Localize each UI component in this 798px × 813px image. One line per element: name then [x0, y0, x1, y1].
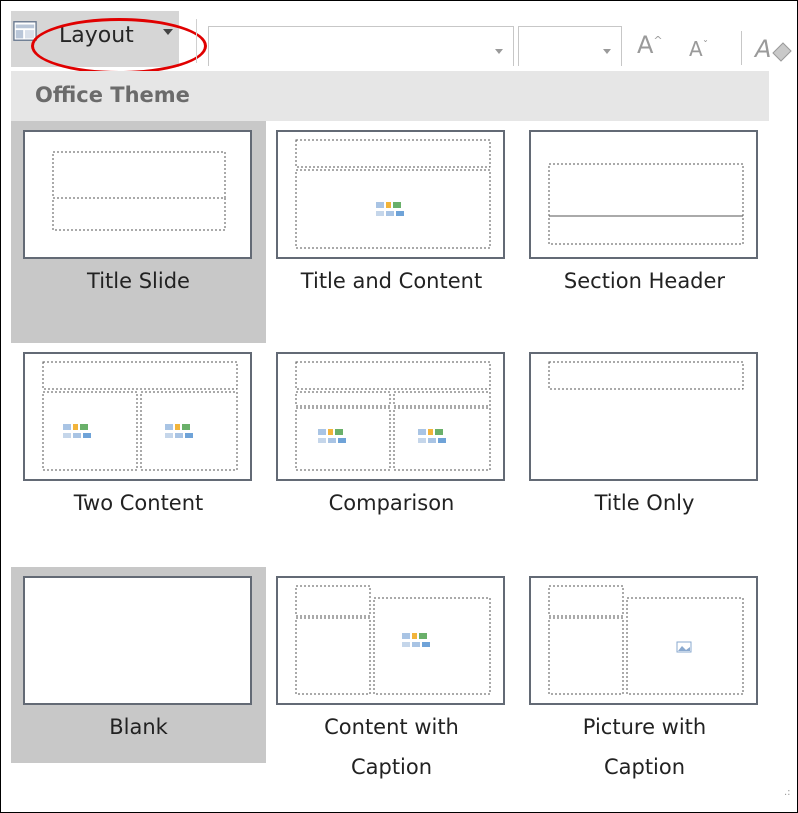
layout-tile-picture-with-caption[interactable]: Picture with Caption [517, 567, 772, 797]
layout-thumbnail [529, 130, 758, 259]
layout-label: Content with [324, 715, 459, 739]
layout-thumbnail [276, 130, 505, 259]
title-content-thumb-icon [295, 139, 491, 249]
layout-button-label: Layout [59, 23, 134, 48]
layout-gallery: Title Slide Title and Content Section He… [11, 121, 791, 812]
layout-tile-title-slide[interactable]: Title Slide [11, 121, 266, 343]
chevron-down-icon [495, 49, 503, 54]
chevron-down-icon [163, 29, 173, 35]
layout-label: Section Header [563, 269, 726, 293]
font-size-combobox[interactable] [518, 26, 622, 66]
layout-label-line2: Caption [603, 755, 686, 779]
layout-label-line2: Caption [350, 755, 433, 779]
picture-caption-thumb-icon [548, 585, 744, 695]
ribbon-divider [196, 19, 197, 63]
decrease-font-size-icon: A [689, 37, 703, 61]
layout-label: Title and Content [300, 269, 483, 293]
content-caption-thumb-icon [295, 585, 491, 695]
layout-tile-title-only[interactable]: Title Only [517, 343, 772, 565]
layout-label: Picture with [582, 715, 707, 739]
decrease-font-size-button[interactable]: Aˇ [689, 37, 708, 61]
svg-text:A: A [753, 35, 771, 63]
blank-thumb-icon [25, 578, 250, 703]
clear-formatting-icon[interactable]: A [753, 31, 793, 65]
layout-thumbnail [276, 352, 505, 481]
font-name-combobox[interactable] [208, 26, 514, 66]
layout-icon [13, 21, 37, 41]
layout-tile-comparison[interactable]: Comparison [264, 343, 519, 565]
theme-title: Office Theme [35, 83, 190, 107]
layout-tile-two-content[interactable]: Two Content [11, 343, 266, 565]
layout-label: Two Content [73, 491, 204, 515]
ribbon-divider [741, 31, 742, 65]
section-header-thumb-icon [548, 163, 744, 245]
layout-thumbnail [23, 352, 252, 481]
layout-tile-blank[interactable]: Blank [11, 567, 266, 763]
title-only-thumb-icon [548, 361, 744, 390]
chevron-down-icon [603, 49, 611, 54]
ribbon-strip: Layout A^ Aˇ A [1, 1, 797, 74]
layout-thumbnail [529, 576, 758, 705]
layout-dropdown-panel: Layout A^ Aˇ A Office Theme Title Slide … [0, 0, 798, 813]
layout-tile-section-header[interactable]: Section Header [517, 121, 772, 343]
layout-tile-content-with-caption[interactable]: Content with Caption [264, 567, 519, 797]
comparison-thumb-icon [295, 361, 491, 471]
layout-thumbnail [529, 352, 758, 481]
layout-label: Title Slide [87, 269, 190, 293]
layout-label: Comparison [328, 491, 455, 515]
gallery-section-header: Office Theme [11, 71, 769, 121]
layout-thumbnail [276, 576, 505, 705]
layout-button[interactable]: Layout [11, 11, 179, 67]
layout-label: Title Only [594, 491, 695, 515]
layout-thumbnail [23, 130, 252, 259]
layout-label: Blank [109, 715, 168, 739]
two-content-thumb-icon [42, 361, 238, 471]
layout-tile-title-and-content[interactable]: Title and Content [264, 121, 519, 343]
increase-font-size-button[interactable]: A^ [637, 31, 663, 59]
title-slide-thumb-icon [52, 151, 226, 231]
layout-thumbnail [23, 576, 252, 705]
resize-grip-icon[interactable]: .: [784, 787, 791, 798]
increase-font-size-icon: A [637, 31, 654, 59]
